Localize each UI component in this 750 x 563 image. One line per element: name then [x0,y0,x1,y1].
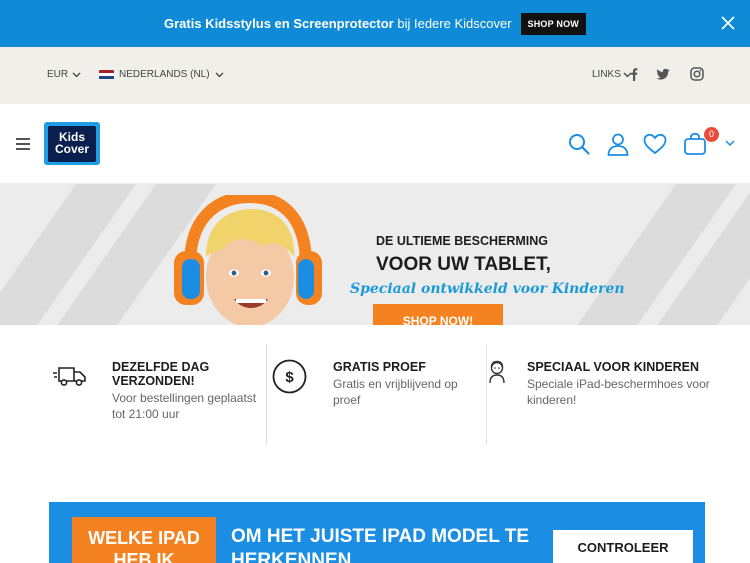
search-icon[interactable] [567,132,591,156]
language-label: NEDERLANDS (NL) [119,69,210,80]
feature-desc: Voor bestellingen geplaatst tot 21:00 uu… [112,391,257,421]
kidscover-logo[interactable]: Kids Cover [44,122,100,165]
dollar-circle-icon: $ [272,359,307,394]
hero-subtitle: Speciaal ontwikkeld voor Kinderen [350,281,625,297]
utility-bar: EUR NEDERLANDS (NL) LINKS [0,47,750,104]
heart-icon[interactable] [643,132,667,156]
promo-normal-text: bij Iedere Kidscover [393,16,512,31]
logo-line1: Kids [58,129,85,144]
feature-title: SPECIAAL VOOR KINDEREN [527,360,700,374]
netherlands-flag-icon [99,69,114,80]
user-icon[interactable] [606,132,630,156]
links-label: LINKS [592,69,621,80]
chevron-down-icon [215,72,224,77]
banner-headline: OM HET JUISTE IPAD MODEL TE HERKENNEN [231,526,530,563]
svg-text:$: $ [285,369,294,386]
truck-icon [53,367,86,386]
logo-mark: Kids Cover [48,125,96,162]
feature-for-kids: SPECIAAL VOOR KINDEREN Speciale iPad-bes… [527,360,717,408]
feature-desc: Speciale iPad-beschermhoes voor kinderen… [527,377,710,407]
feature-desc: Gratis en vrijblijvend op proef [333,377,458,407]
currency-label: EUR [47,69,69,80]
hero-shop-now-button[interactable]: SHOP NOW! [373,304,503,325]
twitter-icon[interactable] [656,67,670,81]
instagram-icon[interactable] [690,67,704,81]
facebook-icon[interactable] [627,67,641,81]
cart-count-badge: 0 [704,127,719,142]
feature-divider [266,344,267,445]
child-with-headphones-image [174,195,322,325]
hero-title-line1: DE ULTIEME BESCHERMING [376,234,548,248]
promo-bar: Gratis Kidsstylus en Screenprotector bij… [0,0,750,47]
promo-text: Gratis Kidsstylus en Screenprotector bij… [164,16,512,31]
hero-title-line2: VOOR UW TABLET, [376,254,551,275]
language-selector[interactable]: NEDERLANDS (NL) [99,69,224,80]
child-icon [489,360,505,384]
chevron-down-icon [72,72,81,77]
promo-bold-text: Gratis Kidsstylus en Screenprotector [164,16,394,31]
site-header: Kids Cover [0,104,750,184]
logo-line2: Cover [54,141,89,156]
currency-selector[interactable]: EUR [47,69,81,80]
check-model-button[interactable]: CONTROLEER [553,530,693,563]
feature-title: GRATIS PROEF [333,360,426,374]
links-menu[interactable]: LINKS [592,69,632,80]
menu-icon[interactable] [16,138,30,150]
close-icon[interactable] [720,15,736,31]
feature-same-day: DEZELFDE DAG VERZONDEN! Voor bestellinge… [112,360,262,422]
feature-title: DEZELFDE DAG VERZONDEN! [112,360,210,388]
chevron-down-icon[interactable] [725,140,735,147]
feature-free-trial: GRATIS PROEF Gratis en vrijblijvend op p… [333,360,483,408]
which-ipad-label: WELKE IPAD HEB IK [72,517,216,563]
promo-shop-now-button[interactable]: SHOP NOW [520,12,586,35]
